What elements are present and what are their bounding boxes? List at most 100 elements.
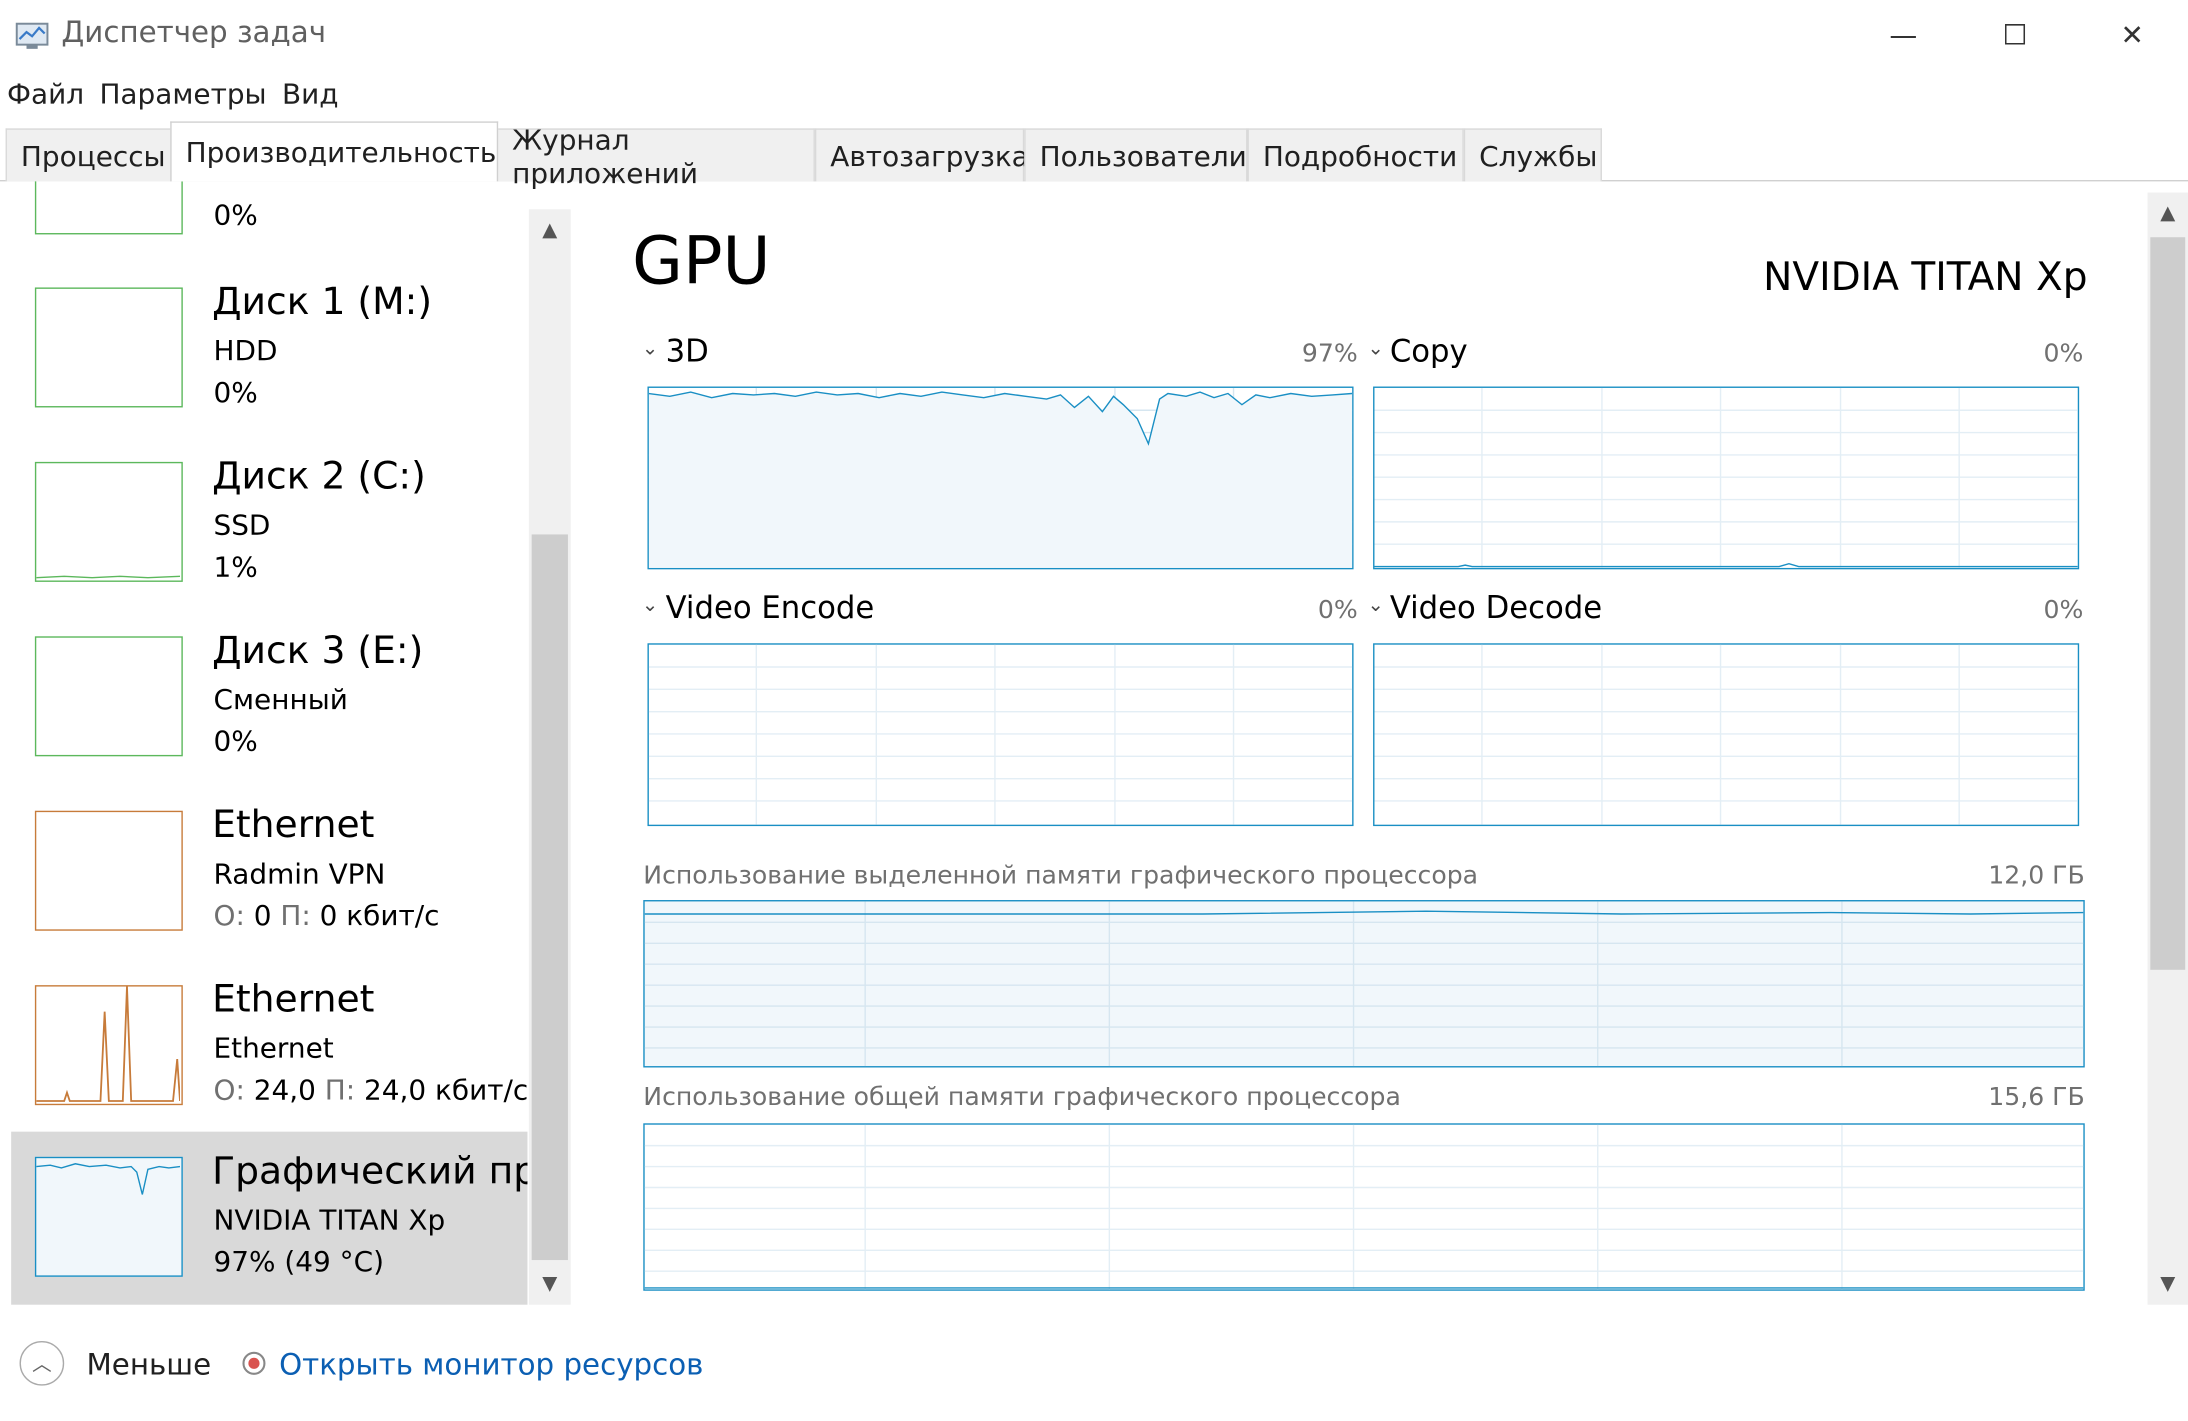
resource-throughput: О: 24,0 П: 24,0 кбит/с: [213, 1073, 528, 1106]
engine-label-video-decode[interactable]: Video Decode: [1390, 592, 1602, 627]
ethernet-thumbnail: [34, 985, 183, 1106]
resource-sub: Сменный: [213, 682, 348, 716]
minimize-button[interactable]: —: [1871, 11, 1935, 58]
open-resource-monitor-link[interactable]: Открыть монитор ресурсов: [279, 1348, 703, 1381]
scroll-down-icon[interactable]: ▼: [529, 1263, 571, 1305]
send-label: О:: [213, 1073, 245, 1107]
resource-sub: Ethernet: [213, 1031, 334, 1065]
engine-graph-copy: [1373, 386, 2080, 570]
resource-item-gpu[interactable]: Графический процессор 0 NVIDIA TITAN Xp …: [11, 1131, 528, 1305]
gpu-thumbnail: [34, 1156, 183, 1277]
send-label: О:: [213, 898, 245, 933]
send-value: 24,0: [253, 1073, 316, 1107]
dedicated-memory-plot: [644, 901, 2084, 1067]
resource-item-disk2[interactable]: Диск 2 (C:) SSD 1%: [11, 448, 527, 621]
resource-name: Ethernet: [212, 978, 375, 1022]
tab-users[interactable]: Пользователи: [1024, 128, 1248, 182]
maximize-button[interactable]: ☐: [1983, 11, 2047, 58]
close-button[interactable]: ✕: [2100, 11, 2164, 58]
resource-sub: SSD: [213, 507, 271, 542]
resource-item-disk1[interactable]: Диск 1 (M:) HDD 0%: [11, 273, 527, 446]
disk-activity-line: [36, 575, 181, 579]
graph-3d-plot: [648, 387, 1353, 568]
engine-graph-3d: [647, 386, 1354, 570]
engine-graph-video-decode: [1373, 643, 2080, 827]
ethernet-thumbnail: [34, 810, 183, 931]
resource-value: 0%: [213, 724, 258, 758]
engine-label-copy[interactable]: Copy: [1390, 335, 1468, 370]
shared-memory-label: Использование общей памяти графического …: [643, 1082, 1401, 1113]
chevron-down-icon[interactable]: ⌄: [642, 338, 658, 360]
engine-percent-3d: 97%: [1301, 339, 1358, 369]
resource-item-ethernet[interactable]: Ethernet Ethernet О: 24,0 П: 24,0 кбит/с: [11, 971, 528, 1144]
shared-memory-value: 15,6 ГБ: [1988, 1082, 2085, 1113]
engine-percent-video-encode: 0%: [1317, 595, 1358, 626]
engine-graph-video-encode: [647, 643, 1354, 827]
disk-thumbnail: [34, 636, 183, 757]
receive-label: П:: [324, 1073, 356, 1107]
chevron-up-icon[interactable]: ︿: [19, 1340, 65, 1386]
resource-name: Диск 3 (E:): [212, 629, 424, 673]
dedicated-memory-label: Использование выделенной памяти графичес…: [643, 860, 1479, 891]
menu-file[interactable]: Файл: [7, 77, 84, 110]
page-title: GPU: [632, 223, 771, 301]
graph-video-encode-plot: [648, 644, 1353, 825]
main-scrollbar[interactable]: ▲ ▼: [2147, 192, 2188, 1305]
menu-bar: Файл Параметры Вид: [7, 77, 339, 110]
chevron-down-icon[interactable]: ⌄: [642, 594, 658, 616]
resource-value: 0%: [213, 375, 258, 409]
gpu-activity-line: [36, 1163, 181, 1195]
menu-options[interactable]: Параметры: [99, 77, 266, 110]
resource-name: Диск 2 (C:): [212, 454, 426, 499]
send-value: 0: [253, 898, 272, 933]
scroll-down-icon[interactable]: ▼: [2148, 1263, 2188, 1305]
resource-sub: NVIDIA TITAN Xp: [213, 1202, 446, 1237]
resource-item-ethernet-vpn[interactable]: Ethernet Radmin VPN О: 0 П: 0 кбит/с: [11, 797, 527, 970]
scroll-up-icon[interactable]: ▲: [2148, 193, 2188, 235]
resource-value: 0%: [213, 198, 258, 232]
engine-label-video-encode[interactable]: Video Encode: [666, 592, 875, 627]
engine-percent-video-decode: 0%: [2043, 595, 2084, 626]
tab-performance[interactable]: Производительность: [170, 121, 499, 182]
receive-value: 0 кбит/с: [319, 898, 440, 933]
graph-video-decode-plot: [1374, 644, 2078, 825]
tab-startup[interactable]: Автозагрузка: [814, 128, 1029, 182]
disk-thumbnail: [34, 461, 183, 582]
scroll-up-icon[interactable]: ▲: [529, 209, 571, 251]
chevron-down-icon[interactable]: ⌄: [1367, 338, 1383, 360]
resource-value: 1%: [213, 549, 258, 584]
scrollbar-thumb[interactable]: [2150, 237, 2186, 970]
graph-copy-plot: [1374, 387, 2078, 568]
dedicated-memory-value: 12,0 ГБ: [1988, 860, 2085, 891]
tab-services[interactable]: Службы: [1463, 128, 1602, 182]
tab-processes[interactable]: Процессы: [5, 128, 172, 182]
receive-label: П:: [280, 898, 311, 933]
task-manager-window: Диспетчер задач — ☐ ✕ Файл Параметры Вид…: [0, 0, 2188, 1421]
engine-label-3d[interactable]: 3D: [666, 335, 709, 370]
resource-list: 0% Диск 1 (M:) HDD 0% Диск 2 (C:) SSD 1%…: [0, 181, 569, 1306]
resource-value: 97% (49 °C): [213, 1244, 384, 1279]
fewer-details-button[interactable]: Меньше: [87, 1348, 212, 1381]
resource-item-disk3[interactable]: Диск 3 (E:) Сменный 0%: [11, 622, 527, 795]
task-manager-icon: [15, 22, 49, 49]
menu-view[interactable]: Вид: [282, 77, 339, 110]
chevron-down-icon[interactable]: ⌄: [1367, 594, 1383, 616]
resource-sub: Radmin VPN: [213, 856, 386, 891]
resource-throughput: О: 0 П: 0 кбит/с: [213, 899, 439, 932]
resource-sub: HDD: [213, 333, 278, 367]
tab-app-history[interactable]: Журнал приложений: [496, 122, 815, 189]
resource-name: Ethernet: [212, 803, 375, 848]
tab-details[interactable]: Подробности: [1247, 128, 1464, 182]
shared-memory-graph: [643, 1123, 2085, 1291]
resource-name: Диск 1 (M:): [212, 280, 433, 324]
scrollbar-thumb[interactable]: [531, 534, 568, 1261]
sidebar-scrollbar[interactable]: ▲ ▼: [528, 209, 571, 1305]
receive-value: 24,0 кбит/с: [364, 1073, 529, 1107]
resource-item-partial[interactable]: 0%: [11, 181, 527, 235]
ethernet-activity-line: [36, 986, 181, 1102]
window-title: Диспетчер задач: [61, 15, 327, 49]
engine-percent-copy: 0%: [2043, 339, 2084, 369]
gpu-model: NVIDIA TITAN Xp: [1763, 253, 2088, 301]
resource-monitor-icon: [242, 1351, 266, 1375]
disk-thumbnail: [34, 181, 183, 235]
